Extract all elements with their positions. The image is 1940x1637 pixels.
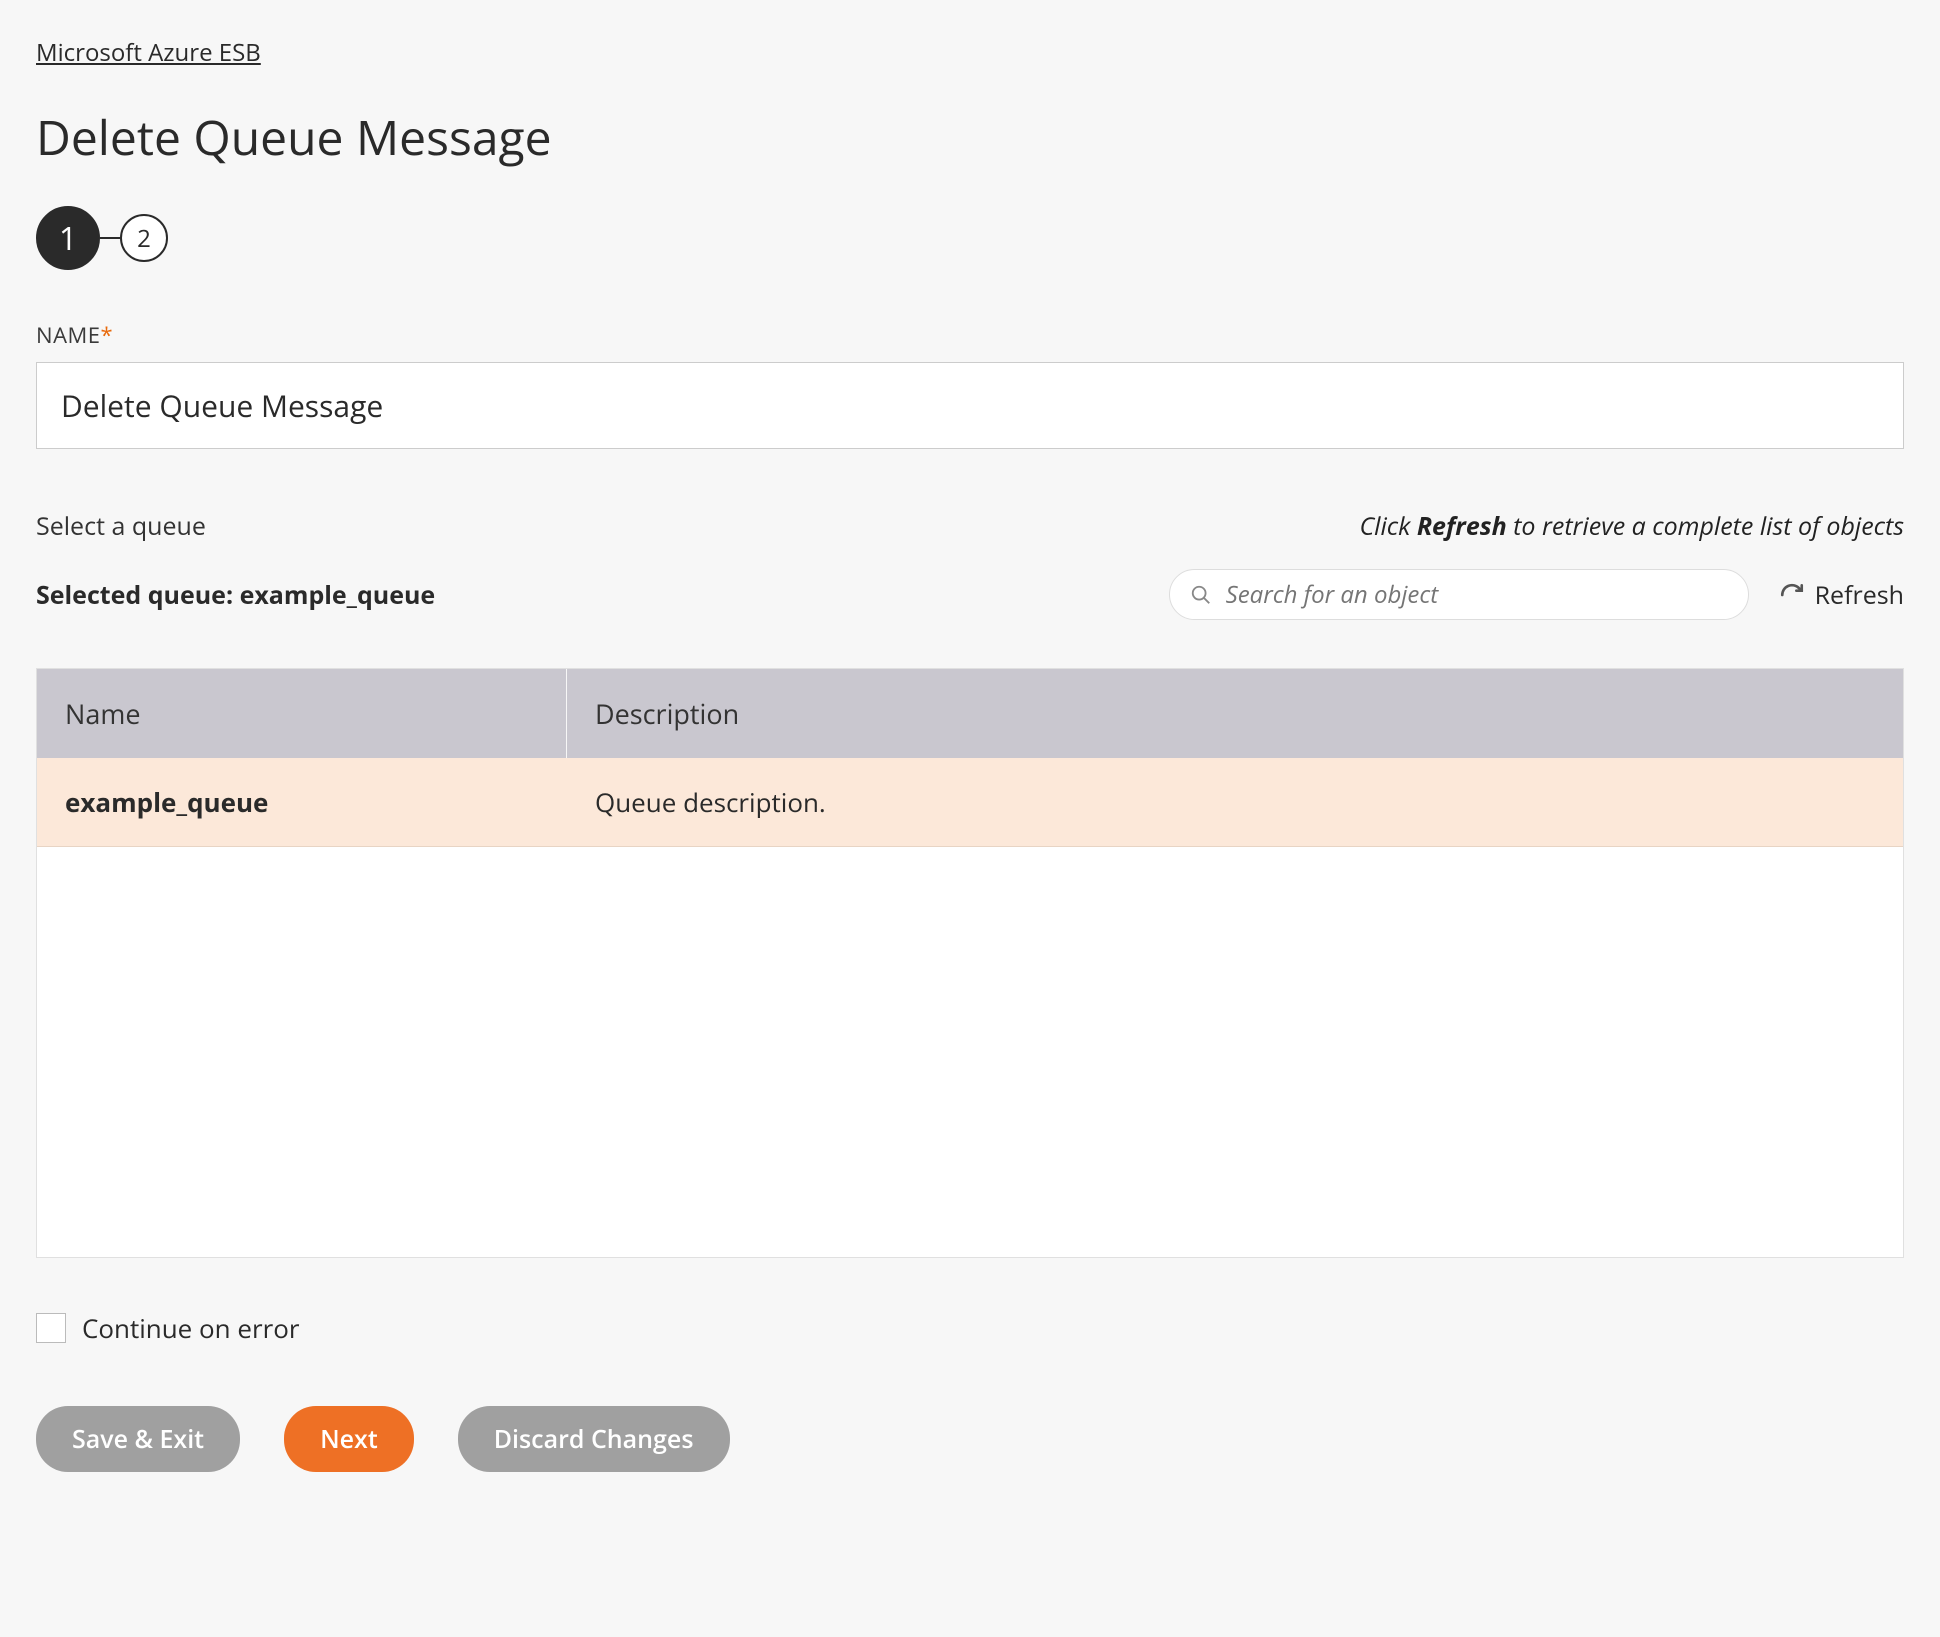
- stepper: 1 2: [36, 206, 1904, 270]
- selected-queue-row: Selected queue: example_queue Refresh: [36, 569, 1904, 620]
- name-input[interactable]: [36, 362, 1904, 449]
- hint-prefix: Click: [1359, 509, 1416, 543]
- continue-on-error-checkbox[interactable]: [36, 1313, 66, 1343]
- search-icon: [1190, 584, 1212, 606]
- name-field-group: NAME*: [36, 320, 1904, 449]
- step-2[interactable]: 2: [120, 214, 168, 262]
- queue-table: Name Description example_queue Queue des…: [36, 668, 1904, 1258]
- cell-queue-description: Queue description.: [567, 758, 1903, 846]
- continue-on-error-option: Continue on error: [36, 1310, 1904, 1346]
- selected-queue-label: Selected queue: example_queue: [36, 578, 435, 612]
- continue-on-error-label: Continue on error: [82, 1310, 300, 1346]
- queue-select-header: Select a queue Click Refresh to retrieve…: [36, 509, 1904, 543]
- refresh-button[interactable]: Refresh: [1779, 578, 1904, 612]
- next-button[interactable]: Next: [284, 1406, 414, 1472]
- cell-queue-name: example_queue: [37, 758, 567, 846]
- save-exit-button[interactable]: Save & Exit: [36, 1406, 240, 1472]
- breadcrumb-link-azure-esb[interactable]: Microsoft Azure ESB: [36, 36, 261, 69]
- refresh-hint: Click Refresh to retrieve a complete lis…: [1359, 509, 1904, 543]
- select-queue-label: Select a queue: [36, 509, 206, 543]
- table-header: Name Description: [37, 669, 1903, 758]
- search-refresh-group: Refresh: [1169, 569, 1904, 620]
- required-indicator: *: [101, 320, 114, 350]
- column-header-name[interactable]: Name: [37, 669, 567, 758]
- name-label-text: NAME: [36, 320, 101, 350]
- hint-bold: Refresh: [1417, 509, 1507, 543]
- page-title: Delete Queue Message: [36, 105, 1904, 170]
- step-connector: [100, 237, 120, 239]
- search-input[interactable]: [1226, 578, 1728, 611]
- hint-suffix: to retrieve a complete list of objects: [1507, 509, 1904, 543]
- refresh-icon: [1779, 582, 1805, 608]
- discard-changes-button[interactable]: Discard Changes: [458, 1406, 730, 1472]
- search-box[interactable]: [1169, 569, 1749, 620]
- action-buttons: Save & Exit Next Discard Changes: [36, 1406, 1904, 1472]
- column-header-description[interactable]: Description: [567, 669, 1903, 758]
- breadcrumb: Microsoft Azure ESB: [36, 36, 1904, 69]
- step-1[interactable]: 1: [36, 206, 100, 270]
- selected-prefix: Selected queue:: [36, 578, 240, 612]
- table-row[interactable]: example_queue Queue description.: [37, 758, 1903, 847]
- refresh-label: Refresh: [1815, 578, 1904, 612]
- selected-value: example_queue: [240, 578, 436, 612]
- name-field-label: NAME*: [36, 320, 1904, 350]
